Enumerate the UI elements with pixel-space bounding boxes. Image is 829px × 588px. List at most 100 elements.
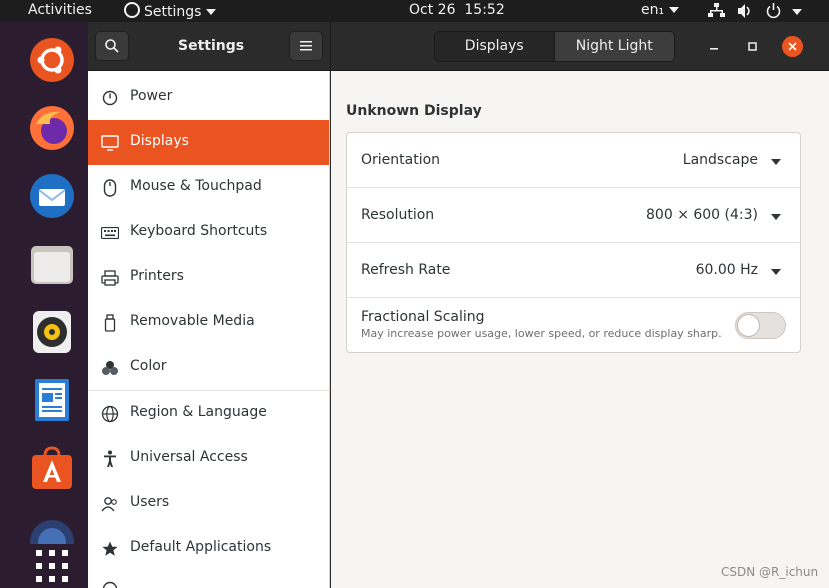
- rhythmbox-icon[interactable]: [28, 308, 76, 356]
- sidebar-item-label: Color: [130, 358, 167, 374]
- sidebar-item-label: Removable Media: [130, 313, 255, 329]
- resolution-value: 800 × 600 (4:3): [646, 207, 758, 223]
- sidebar-item-label: Region & Language: [130, 404, 267, 420]
- thunderbird-icon[interactable]: [28, 172, 76, 220]
- settings-title: Settings: [178, 38, 245, 54]
- clock-time: 15:52: [464, 2, 505, 18]
- show-applications-icon[interactable]: [28, 542, 76, 588]
- sidebar-item-label: Keyboard Shortcuts: [130, 223, 268, 239]
- sidebar-item-label: Users: [130, 494, 170, 510]
- orientation-row[interactable]: Orientation Landscape: [347, 133, 800, 188]
- fractional-scaling-description: May increase power usage, lower speed, o…: [361, 327, 721, 340]
- refresh-rate-value: 60.00 Hz: [695, 262, 758, 278]
- removable-media-icon: [100, 313, 120, 333]
- sidebar-item-label: Default Applications: [130, 539, 272, 555]
- sidebar-item-label: Printers: [130, 268, 184, 284]
- maximize-button[interactable]: [742, 36, 762, 56]
- sidebar-item-label: Displays: [130, 133, 189, 149]
- sidebar-item-default-applications[interactable]: Default Applications: [88, 526, 329, 571]
- dock: [0, 22, 88, 588]
- system-menu[interactable]: [708, 3, 818, 23]
- tab-night-light[interactable]: Night Light: [554, 32, 674, 61]
- chevron-down-icon: [771, 214, 781, 220]
- star-icon: [100, 539, 120, 559]
- fractional-scaling-switch[interactable]: [735, 312, 786, 339]
- ubuntu-software-icon[interactable]: [28, 36, 76, 84]
- header-bar: Settings Displays Night Light: [88, 22, 829, 71]
- input-source-menu[interactable]: en₁: [641, 2, 680, 18]
- chevron-down-icon: [771, 159, 781, 165]
- display-settings-list: Orientation Landscape Resolution 800 × 6…: [346, 132, 801, 353]
- accessibility-icon: [100, 449, 120, 469]
- sidebar-item-universal-access[interactable]: Universal Access: [88, 436, 329, 481]
- display-name-heading: Unknown Display: [346, 103, 482, 119]
- search-button[interactable]: [95, 31, 129, 61]
- resolution-row[interactable]: Resolution 800 × 600 (4:3): [347, 188, 800, 243]
- displays-panel: Unknown Display Orientation Landscape Re…: [331, 71, 829, 588]
- mouse-icon: [100, 178, 120, 198]
- users-icon: [100, 494, 120, 514]
- app-menu-label: Settings: [144, 4, 202, 20]
- globe-icon: [100, 404, 120, 424]
- refresh-rate-label: Refresh Rate: [361, 262, 451, 278]
- tab-displays[interactable]: Displays: [435, 32, 555, 61]
- watermark: CSDN @R_ichun: [721, 565, 819, 579]
- sidebar-item-label: Power: [130, 88, 173, 104]
- sidebar: Power Displays Mouse & Touchpad Keyboard…: [88, 71, 330, 588]
- resolution-label: Resolution: [361, 207, 435, 223]
- orientation-value: Landscape: [682, 152, 758, 168]
- activities-button[interactable]: Activities: [28, 2, 92, 18]
- app-center-icon[interactable]: [28, 444, 76, 492]
- refresh-rate-row[interactable]: Refresh Rate 60.00 Hz: [347, 243, 800, 298]
- sidebar-item-label: Mouse & Touchpad: [130, 178, 262, 194]
- sidebar-item-removable-media[interactable]: Removable Media: [88, 300, 329, 345]
- switch-knob: [737, 314, 760, 337]
- sidebar-partial-icon: [102, 581, 118, 588]
- power-icon: [100, 88, 120, 108]
- input-source-chevron-icon: [669, 7, 680, 13]
- header-divider: [330, 22, 331, 71]
- maximize-icon: [748, 42, 757, 51]
- sidebar-item-keyboard-shortcuts[interactable]: Keyboard Shortcuts: [88, 210, 329, 255]
- files-icon[interactable]: [28, 240, 76, 288]
- hamburger-menu-icon: [300, 41, 312, 51]
- minimize-icon: [710, 48, 718, 50]
- chevron-down-icon: [771, 269, 781, 275]
- power-menu-icon: [766, 3, 781, 19]
- fractional-scaling-row: Fractional Scaling May increase power us…: [347, 298, 800, 353]
- app-menu-chevron-icon: [206, 9, 217, 15]
- settings-gear-icon: [124, 2, 140, 18]
- close-button[interactable]: [782, 36, 803, 57]
- display-icon: [100, 133, 120, 153]
- printer-icon: [100, 268, 120, 288]
- sidebar-item-power[interactable]: Power: [88, 75, 329, 120]
- orientation-label: Orientation: [361, 152, 441, 168]
- partial-dock-icon[interactable]: [28, 514, 76, 544]
- search-icon: [105, 39, 119, 53]
- fractional-scaling-label: Fractional Scaling: [361, 309, 485, 325]
- libreoffice-writer-icon[interactable]: [28, 376, 76, 424]
- primary-menu-button[interactable]: [289, 31, 323, 61]
- sidebar-item-region-language[interactable]: Region & Language: [88, 391, 329, 436]
- top-bar: Activities Settings Oct 26 15:52 en₁: [0, 0, 829, 22]
- sidebar-item-mouse-touchpad[interactable]: Mouse & Touchpad: [88, 165, 329, 210]
- clock[interactable]: Oct 26 15:52: [409, 2, 505, 18]
- firefox-icon[interactable]: [28, 104, 76, 152]
- system-menu-chevron-icon: [792, 9, 802, 15]
- clock-date: Oct 26: [409, 2, 456, 18]
- close-icon: [788, 42, 797, 51]
- sidebar-item-label: Universal Access: [130, 449, 248, 465]
- sidebar-item-users[interactable]: Users: [88, 481, 329, 526]
- volume-icon: [738, 4, 750, 18]
- view-switcher: Displays Night Light: [434, 31, 675, 62]
- network-icon: [708, 3, 725, 17]
- color-icon: [100, 358, 120, 378]
- app-menu[interactable]: Settings: [124, 2, 217, 20]
- sidebar-item-displays[interactable]: Displays: [88, 120, 329, 165]
- keyboard-icon: [100, 223, 120, 243]
- minimize-button[interactable]: [704, 36, 724, 56]
- sidebar-item-printers[interactable]: Printers: [88, 255, 329, 300]
- system-tray-icons: [708, 3, 802, 19]
- input-source-label: en₁: [641, 2, 665, 18]
- sidebar-item-color[interactable]: Color: [88, 345, 329, 390]
